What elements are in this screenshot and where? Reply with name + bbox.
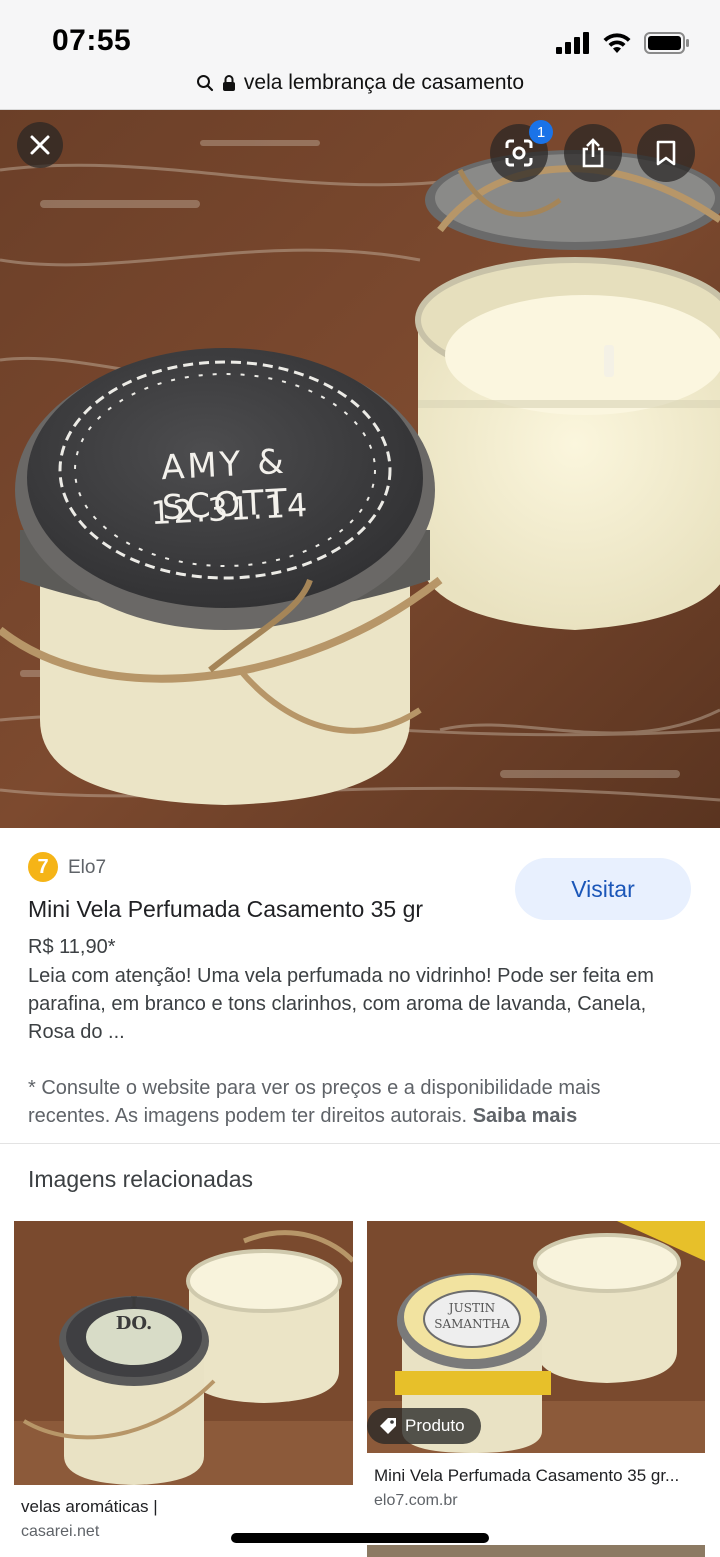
copyright-notice: * Consulte o website para ver os preços …: [28, 1074, 688, 1130]
candle-thumbnail: [14, 1221, 353, 1485]
lens-badge: 1: [529, 120, 553, 144]
status-time: 07:55: [52, 24, 132, 57]
url-text: vela lembrança de casamento: [243, 71, 525, 94]
hero-image[interactable]: AMY & SCOTT 12.31.14 1: [0, 110, 720, 828]
related-heading: Imagens relacionadas: [28, 1166, 254, 1192]
related-thumb-peek[interactable]: [367, 1545, 705, 1557]
thumb-lid-line2: DO.: [115, 1313, 153, 1334]
close-button[interactable]: [17, 122, 63, 168]
share-button[interactable]: [564, 124, 622, 182]
thumb-lid-line1: JUSTIN: [448, 1301, 496, 1315]
search-icon: [196, 75, 214, 92]
lens-icon: [505, 139, 533, 167]
result-description: Leia com atenção! Uma vela perfumada no …: [28, 965, 654, 1043]
bookmark-button[interactable]: [637, 124, 695, 182]
close-icon: [30, 135, 50, 155]
result-title[interactable]: Mini Vela Perfumada Casamento 35 gr: [28, 896, 423, 923]
tag-icon: [380, 1418, 396, 1434]
address-bar[interactable]: vela lembrança de casamento: [0, 66, 720, 100]
result-price: R$ 11,90*: [28, 936, 116, 958]
status-icons: [556, 30, 690, 56]
lock-icon: [222, 75, 235, 91]
home-indicator[interactable]: [231, 1533, 489, 1543]
source-logo: 7: [28, 852, 58, 882]
related-caption-2[interactable]: Mini Vela Perfumada Casamento 35 gr...: [374, 1463, 698, 1489]
bookmark-icon: [656, 140, 676, 166]
product-tag: Produto: [367, 1408, 481, 1444]
battery-icon: [644, 32, 689, 54]
related-source-2: elo7.com.br: [374, 1492, 458, 1509]
visit-button[interactable]: Visitar: [515, 858, 691, 920]
signal-icon: [556, 32, 589, 54]
wifi-icon: [603, 33, 631, 53]
thumb-lid-line1: I: [130, 1293, 138, 1312]
related-source-1: casarei.net: [21, 1523, 100, 1540]
result-info: 7 Elo7 Visitar Mini Vela Perfumada Casam…: [0, 828, 720, 1143]
learn-more-link[interactable]: Saiba mais: [473, 1105, 578, 1127]
source-name[interactable]: Elo7: [68, 857, 106, 879]
divider: [0, 1143, 720, 1144]
share-icon: [582, 138, 604, 168]
status-bar: 07:55 vela lembrança de casamento: [0, 0, 720, 110]
product-tag-label: Produto: [405, 1416, 465, 1435]
related-caption-1[interactable]: velas aromáticas |: [21, 1494, 158, 1520]
thumb-lid-line2: SAMANTHA: [434, 1317, 510, 1331]
related-thumb-1[interactable]: I DO.: [14, 1221, 353, 1485]
